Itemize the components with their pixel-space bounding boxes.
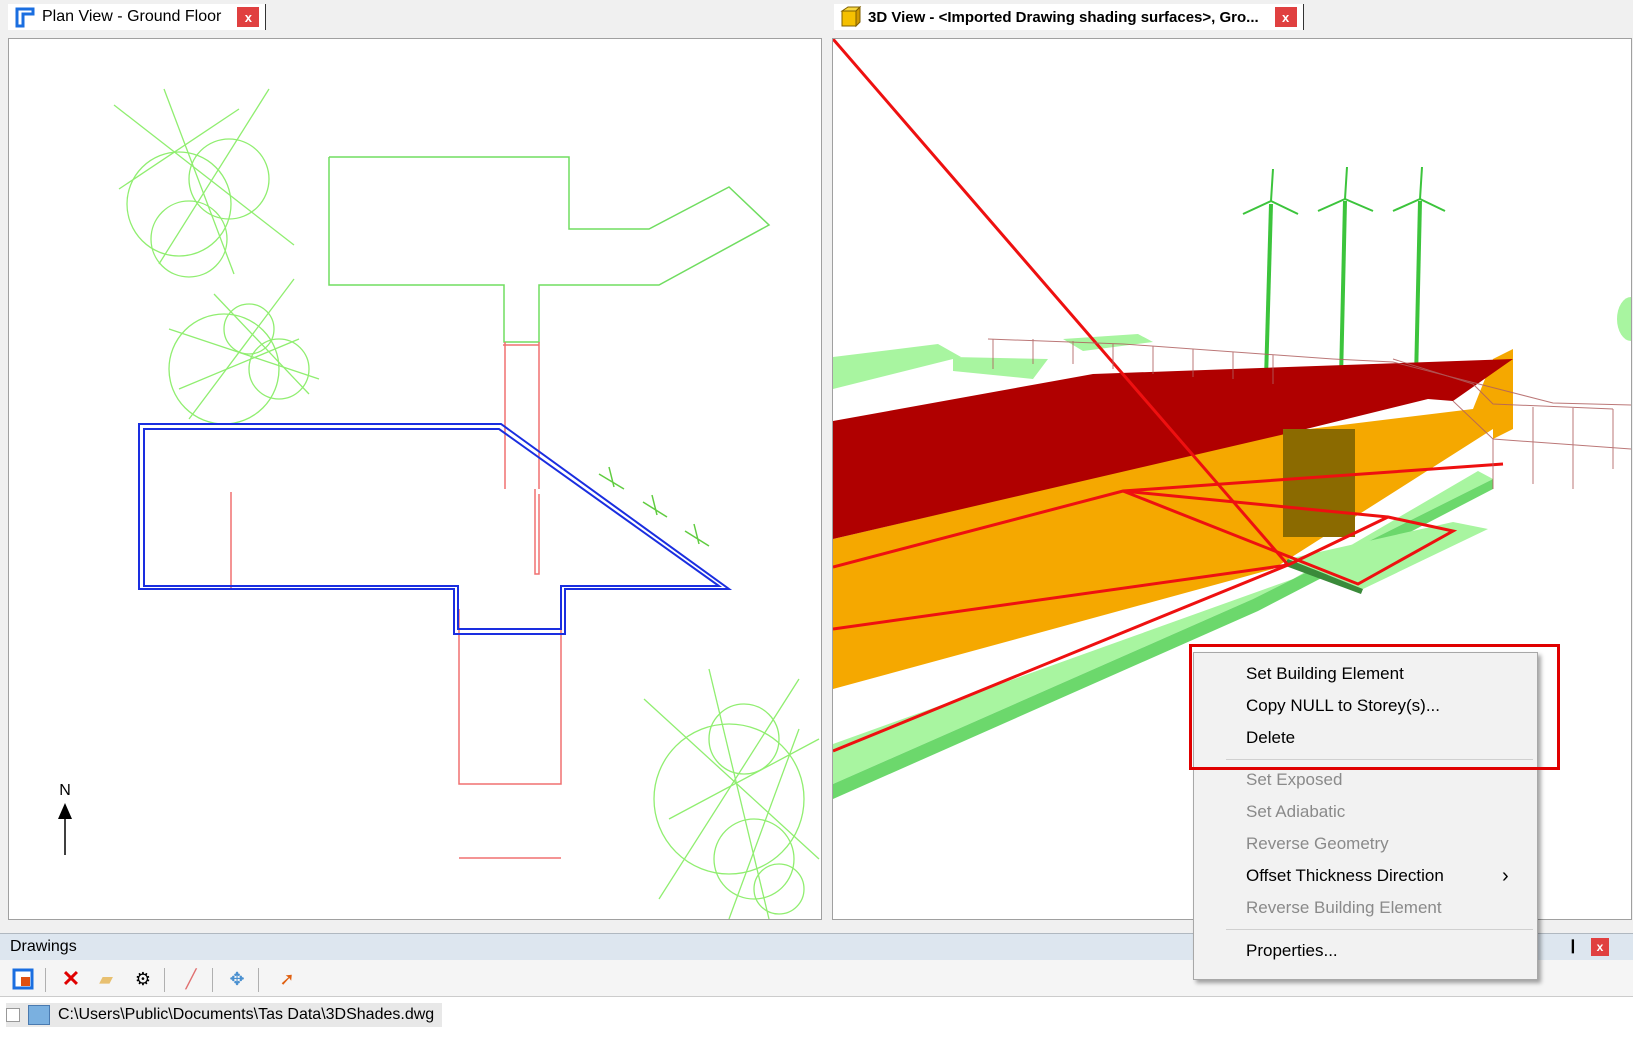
plan-drawing: N <box>58 88 820 919</box>
plan-view-title: Plan View - Ground Floor <box>42 8 222 25</box>
separator <box>45 968 46 992</box>
delete-icon[interactable]: ✕ <box>60 966 82 991</box>
menu-separator <box>1226 929 1533 930</box>
close-icon[interactable]: x <box>237 7 260 27</box>
import-icon[interactable]: ➚ <box>276 968 298 990</box>
submenu-arrow-icon: › <box>1502 865 1509 887</box>
tab-3d-view[interactable]: 3D View - <Imported Drawing shading surf… <box>834 4 1304 30</box>
separator <box>212 968 213 992</box>
list-item[interactable]: C:\Users\Public\Documents\Tas Data\3DSha… <box>6 1003 443 1027</box>
separator <box>164 968 165 992</box>
checkbox[interactable] <box>6 1008 20 1022</box>
draw-icon[interactable]: ╱ <box>180 968 202 990</box>
drawings-list: C:\Users\Public\Documents\Tas Data\3DSha… <box>0 996 1633 1061</box>
drawings-panel-title: Drawings <box>10 938 77 955</box>
tree-symbols <box>113 88 820 919</box>
menu-item-reverse-building-element: Reverse Building Element <box>1246 898 1442 917</box>
tab-plan-view[interactable]: Plan View - Ground Floor x <box>8 4 267 30</box>
plan-view-canvas[interactable]: N <box>8 38 822 920</box>
add-drawing-icon[interactable] <box>12 968 34 990</box>
pin-icon[interactable]: ❙ <box>1567 937 1579 954</box>
menu-item-set-adiabatic: Set Adiabatic <box>1246 802 1346 821</box>
close-icon[interactable]: x <box>1274 7 1297 27</box>
3d-view-icon <box>840 6 862 28</box>
menu-item-reverse-geometry: Reverse Geometry <box>1246 834 1389 853</box>
plan-view-icon <box>15 7 35 28</box>
highlight-box <box>1189 644 1560 770</box>
separator <box>258 968 259 992</box>
menu-item-properties[interactable]: Properties... <box>1246 936 1338 966</box>
menu-item-offset-thickness-direction[interactable]: Offset Thickness Direction <box>1246 861 1444 891</box>
3d-view-title: 3D View - <Imported Drawing shading surf… <box>868 8 1259 26</box>
open-folder-icon[interactable]: ▰ <box>95 968 117 990</box>
green-outline <box>328 156 771 343</box>
plan-view-tabbar: Plan View - Ground Floor x <box>0 0 820 34</box>
move-icon[interactable]: ✥ <box>226 968 248 990</box>
dwg-file-icon <box>28 1005 50 1025</box>
3d-view-tabbar: 3D View - <Imported Drawing shading surf… <box>826 0 1633 34</box>
file-path: C:\Users\Public\Documents\Tas Data\3DSha… <box>58 1006 435 1023</box>
close-icon[interactable]: x <box>1591 938 1609 956</box>
settings-icon[interactable]: ⚙ <box>132 968 154 990</box>
north-label: N <box>59 782 71 799</box>
